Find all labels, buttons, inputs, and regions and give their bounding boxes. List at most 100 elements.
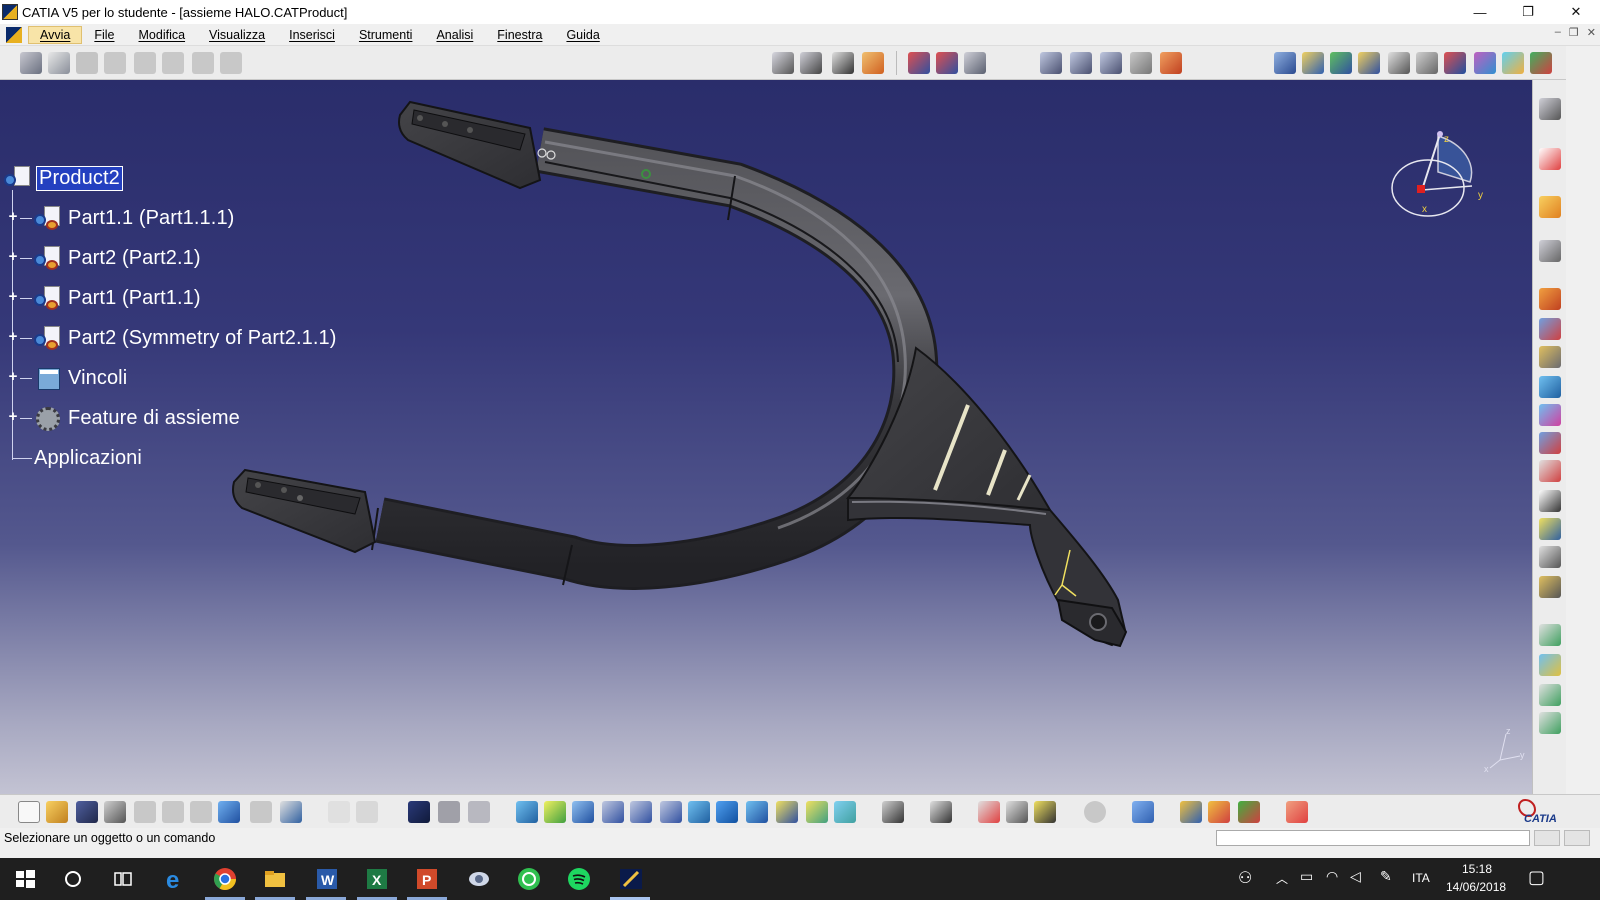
menu-visualizza[interactable]: Visualizza (197, 26, 277, 44)
new-product-icon[interactable] (76, 52, 98, 74)
assembly-tool-icon[interactable] (1539, 576, 1561, 598)
tree-node-product2[interactable]: Product2 (2, 164, 123, 192)
shading-icon[interactable] (776, 801, 798, 823)
catia-icon[interactable] (618, 866, 644, 892)
table-icon[interactable] (408, 801, 430, 823)
zoom-in-icon[interactable] (630, 801, 652, 823)
expand-icon[interactable]: + (6, 369, 20, 385)
manipulate-icon[interactable] (1539, 240, 1561, 262)
tree-label-features[interactable]: Feature di assieme (66, 407, 242, 430)
tree-label-root[interactable]: Product2 (36, 165, 123, 191)
coincidence-constraint-icon[interactable] (1274, 52, 1296, 74)
update-icon[interactable] (1084, 801, 1106, 823)
fix-component-icon[interactable] (1388, 52, 1410, 74)
pan-icon[interactable] (572, 801, 594, 823)
doc-restore-button[interactable]: ❐ (1569, 26, 1579, 39)
clock-date[interactable]: 14/06/2018 (1446, 880, 1506, 894)
gear-tool-icon[interactable] (1539, 98, 1561, 120)
copy-icon[interactable] (162, 801, 184, 823)
menu-modifica[interactable]: Modifica (127, 26, 198, 44)
assembly-tool-icon[interactable] (1539, 546, 1561, 568)
normal-view-icon[interactable] (688, 801, 710, 823)
tree-label-part[interactable]: Part1 (Part1.1) (66, 287, 203, 310)
assembly-tool-icon[interactable] (1539, 346, 1561, 368)
menu-avvia[interactable]: Avvia (28, 25, 83, 44)
wifi-icon[interactable]: ◠ (1326, 868, 1338, 885)
rotate-icon[interactable] (602, 801, 624, 823)
command-button[interactable] (1534, 830, 1560, 846)
file-explorer-icon[interactable] (262, 866, 288, 892)
tree-node-part2[interactable]: + Part2 (Part2.1) (6, 244, 203, 272)
select-icon[interactable] (1539, 196, 1561, 218)
expand-icon[interactable]: + (6, 329, 20, 345)
catalog-icon[interactable] (438, 801, 460, 823)
assembly-tool-icon[interactable] (1539, 654, 1561, 676)
generate-numbering-icon[interactable] (220, 52, 242, 74)
compass[interactable]: z y x (1384, 124, 1494, 224)
explode-icon[interactable] (832, 52, 854, 74)
chrome-icon[interactable] (212, 866, 238, 892)
tree-node-applicazioni[interactable]: Applicazioni (32, 444, 144, 472)
new-part-icon[interactable] (104, 52, 126, 74)
print-icon[interactable] (104, 801, 126, 823)
zoom-out-icon[interactable] (660, 801, 682, 823)
assembly-tool-icon[interactable] (1539, 288, 1561, 310)
hide-show-icon[interactable] (806, 801, 828, 823)
open-icon[interactable] (46, 801, 68, 823)
tree-node-part1-1[interactable]: + Part1.1 (Part1.1.1) (6, 204, 236, 232)
change-constraint-icon[interactable] (1502, 52, 1524, 74)
fly-mode-icon[interactable] (516, 801, 538, 823)
reuse-pattern-icon[interactable] (908, 52, 930, 74)
new-component-icon[interactable] (48, 52, 70, 74)
minimize-button[interactable]: — (1456, 0, 1504, 24)
fast-multi-instantiation-icon[interactable] (964, 52, 986, 74)
pcs-icon[interactable] (1539, 148, 1561, 170)
replace-component-icon[interactable] (162, 52, 184, 74)
menu-strumenti[interactable]: Strumenti (347, 26, 425, 44)
menu-file[interactable]: File (82, 26, 126, 44)
tree-label-applications[interactable]: Applicazioni (32, 447, 144, 470)
cortana-icon[interactable] (60, 866, 86, 892)
word-icon[interactable]: W (314, 866, 340, 892)
pen-icon[interactable]: ✎ (1380, 868, 1392, 885)
assembly-tool-icon[interactable] (1539, 404, 1561, 426)
swap-visible-space-icon[interactable] (834, 801, 856, 823)
assembly-tool-icon[interactable] (1539, 490, 1561, 512)
tree-label-constraints[interactable]: Vincoli (66, 367, 129, 390)
compass-origin[interactable] (1417, 185, 1425, 193)
expand-icon[interactable]: + (6, 289, 20, 305)
start-icon[interactable] (12, 866, 38, 892)
measure-icon[interactable] (1160, 52, 1182, 74)
command-button[interactable] (1564, 830, 1590, 846)
menu-guida[interactable]: Guida (554, 26, 611, 44)
camera-icon[interactable] (882, 801, 904, 823)
tree-node-part1[interactable]: + Part1 (Part1.1) (6, 284, 203, 312)
catia-menu-icon[interactable] (6, 26, 22, 43)
cut-icon[interactable] (134, 801, 156, 823)
grid-icon[interactable] (1286, 801, 1308, 823)
assembly-tool-icon[interactable] (1539, 518, 1561, 540)
command-input[interactable] (1216, 830, 1530, 846)
flag-note-icon[interactable] (1100, 52, 1122, 74)
expand-icon[interactable]: + (6, 409, 20, 425)
tree-node-feature-di-assieme[interactable]: + Feature di assieme (6, 404, 242, 432)
update-constraints-icon[interactable] (1040, 52, 1062, 74)
edge-icon[interactable]: e (162, 866, 188, 892)
close-button[interactable]: ✕ (1552, 0, 1600, 24)
paste-icon[interactable] (190, 801, 212, 823)
new-icon[interactable] (18, 801, 40, 823)
product-management-icon[interactable] (20, 52, 42, 74)
tree-label-part[interactable]: Part1.1 (Part1.1.1) (66, 207, 236, 230)
tree-node-vincoli[interactable]: + Vincoli (6, 364, 129, 392)
redo-icon[interactable] (250, 801, 272, 823)
manipulation-icon[interactable] (772, 52, 794, 74)
assembly-tool-icon[interactable] (1539, 624, 1561, 646)
powerpoint-icon[interactable]: P (414, 866, 440, 892)
volume-icon[interactable]: ◁ (1350, 868, 1361, 885)
fit-all-icon[interactable] (544, 801, 566, 823)
angle-constraint-icon[interactable] (1358, 52, 1380, 74)
multi-instantiation-icon[interactable] (936, 52, 958, 74)
multi-view-icon[interactable] (716, 801, 738, 823)
measure-between-icon[interactable] (978, 801, 1000, 823)
whatsapp-icon[interactable] (516, 866, 542, 892)
